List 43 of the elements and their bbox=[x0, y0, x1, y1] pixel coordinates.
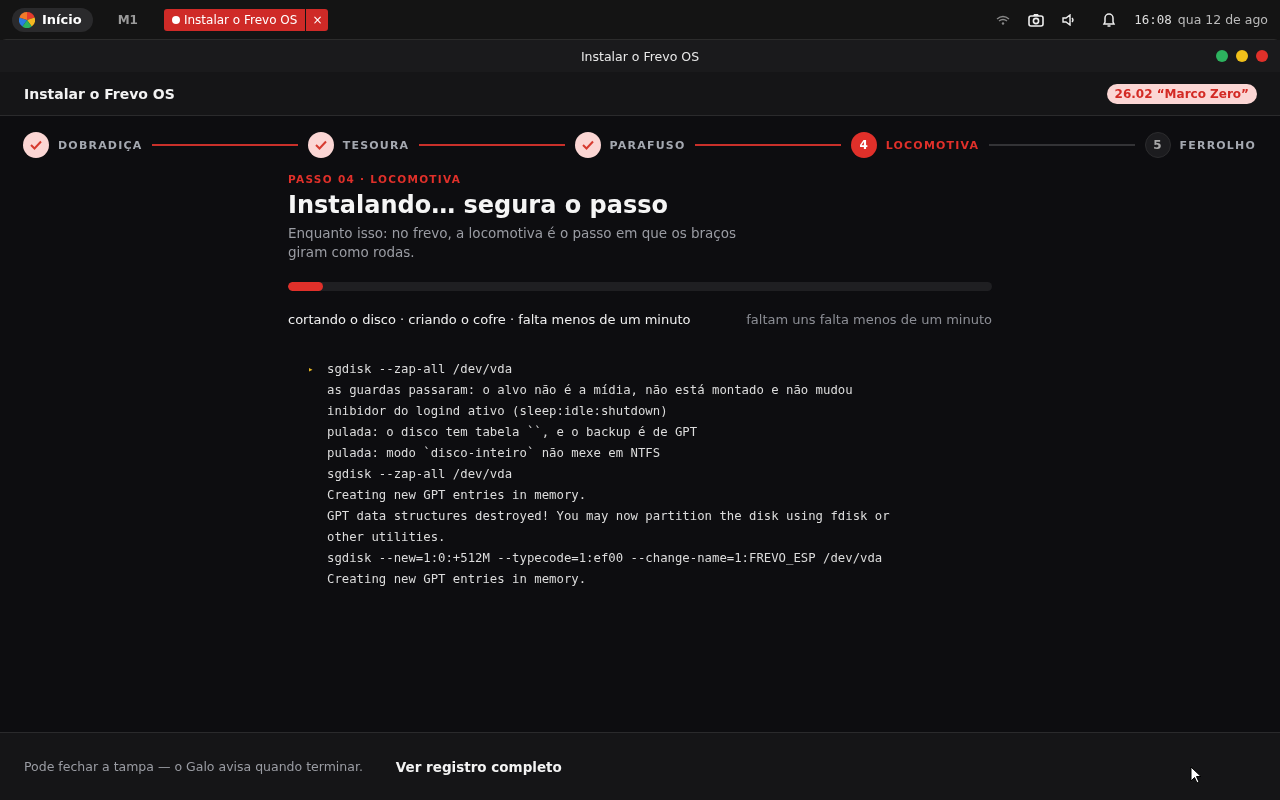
footer-note: Pode fechar a tampa — o Galo avisa quando terminar. bbox=[24, 759, 363, 774]
taskbar-item[interactable]: Instalar o Frevo OS bbox=[163, 8, 306, 31]
log-line: inibidor do logind ativo (sleep:idle:shutdown) bbox=[327, 403, 669, 420]
log-line: as guardas passaram: o alvo não é a mídia, não está montado e não mudou bbox=[327, 382, 854, 399]
log-line: pulada: o disco tem tabela ``, e o backup é de GPT bbox=[327, 424, 699, 441]
wifi-icon[interactable] bbox=[996, 14, 1011, 25]
log-marker: ▸ bbox=[308, 363, 314, 376]
close-button[interactable]: × bbox=[306, 8, 329, 31]
full-log-link[interactable]: Ver registro completo bbox=[395, 758, 562, 775]
clock: 16:08 bbox=[1134, 12, 1172, 27]
step-number: 4 bbox=[850, 132, 877, 158]
log-line: pulada: modo `disco-inteiro` não mexe em NTFS bbox=[327, 445, 662, 462]
close-button[interactable] bbox=[1256, 50, 1268, 62]
step-number: 5 bbox=[1144, 132, 1171, 158]
step-label: DOBRADIÇA bbox=[58, 138, 143, 152]
version-badge: 26.02 “Marco Zero” bbox=[1106, 83, 1257, 104]
start-button[interactable]: Início bbox=[12, 7, 93, 32]
bell-icon[interactable] bbox=[1102, 11, 1117, 28]
step-label: TESOURA bbox=[342, 138, 410, 152]
step-label: PARAFUSO bbox=[609, 138, 686, 152]
time-remaining: faltam uns falta menos de um minuto bbox=[746, 312, 992, 327]
log-line: Creating new GPT entries in memory. bbox=[327, 487, 588, 504]
subtitle: Enquanto isso: no frevo, a locomotiva é o passo em que os braços giram como rodas. bbox=[288, 224, 738, 262]
step-eyebrow: PASSO 04 · LOCOMOTIVA bbox=[288, 173, 463, 185]
workspace-button[interactable]: M1 bbox=[113, 10, 142, 29]
minimize-button[interactable] bbox=[1236, 50, 1248, 62]
log-line: GPT data structures destroyed! You may now partition the disk using fdisk or other utilities. bbox=[327, 508, 891, 546]
step-label: LOCOMOTIVA bbox=[885, 138, 980, 152]
pinwheel-icon bbox=[19, 11, 35, 28]
camera-icon[interactable] bbox=[1028, 12, 1045, 27]
maximize-button[interactable] bbox=[1216, 50, 1228, 62]
log-line: sgdisk --zap-all /dev/vda bbox=[327, 361, 514, 378]
window-title: Instalar o Frevo OS bbox=[580, 48, 700, 64]
speaker-icon[interactable] bbox=[1062, 13, 1077, 26]
log-line: sgdisk --zap-all /dev/vda bbox=[327, 466, 514, 483]
date: qua 12 de ago bbox=[1177, 12, 1268, 27]
page-heading: Instalando… segura o passo bbox=[288, 190, 669, 220]
mouse-pointer-icon bbox=[1190, 766, 1202, 784]
status-text: cortando o disco · criando o cofre · falta menos de um minuto bbox=[288, 312, 691, 327]
log-line: sgdisk --new=1:0:+512M --typecode=1:ef00 --change-name=1:FREVO_ESP /dev/vda bbox=[327, 550, 884, 567]
step-label: FERROLHO bbox=[1179, 138, 1257, 152]
app-title: Instalar o Frevo OS bbox=[24, 85, 175, 102]
log-line: Creating new GPT entries in memory. bbox=[327, 571, 588, 588]
